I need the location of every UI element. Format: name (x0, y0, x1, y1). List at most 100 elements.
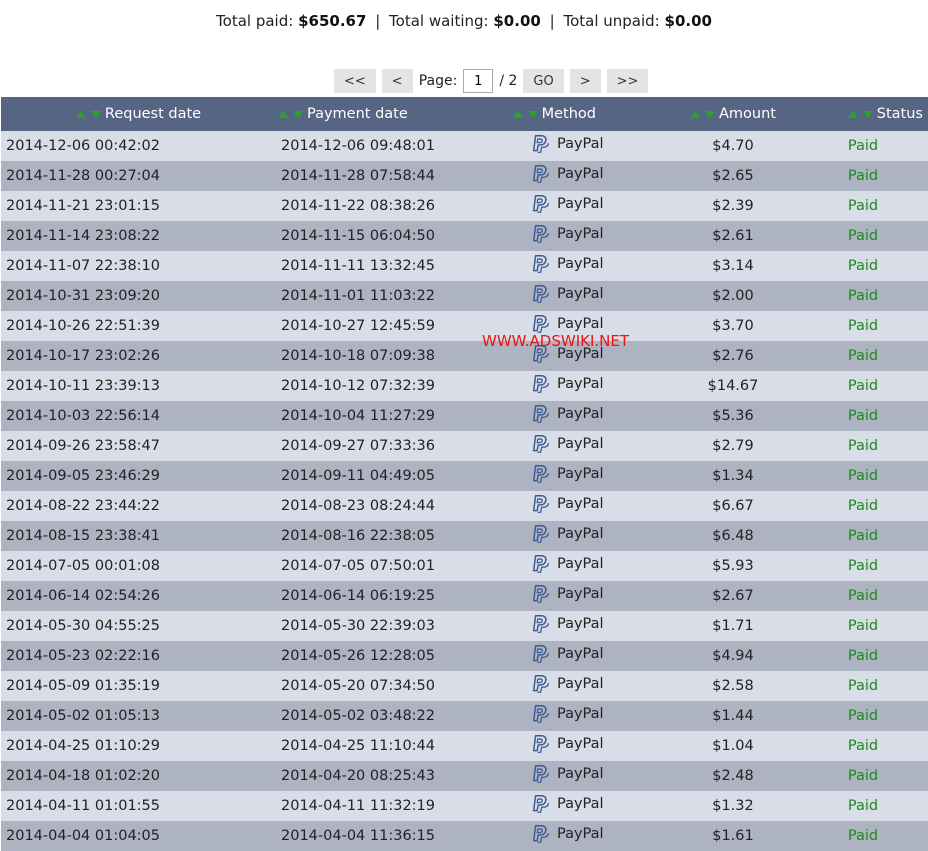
request-date-cell: 2014-08-22 23:44:22 (6, 498, 160, 514)
method-cell: PayPal (503, 341, 668, 371)
amount-cell: $3.70 (712, 318, 754, 334)
status-cell: Paid (798, 311, 928, 341)
next-page-button[interactable]: > (569, 69, 601, 93)
request-date-cell: 2014-05-09 01:35:19 (6, 678, 160, 694)
request-date-cell: 2014-04-18 01:02:20 (6, 768, 160, 784)
table-row: 2014-05-30 04:55:25 2014-05-30 22:39:03 Pa… (1, 611, 928, 641)
column-header-payment-date[interactable]: Payment date (276, 97, 503, 131)
table-row: 2014-04-04 01:04:05 2014-04-04 11:36:15 Pa… (1, 821, 928, 851)
request-date-cell: 2014-07-05 00:01:08 (6, 558, 160, 574)
status-cell: Paid (798, 281, 928, 311)
column-header-amount[interactable]: Amount (668, 97, 798, 131)
method-label: PayPal (557, 676, 604, 692)
table-row: 2014-05-09 01:35:19 2014-05-20 07:34:50 Pa… (1, 671, 928, 701)
status-badge: Paid (847, 708, 879, 724)
payment-date-cell: 2014-04-11 11:32:19 (281, 798, 435, 814)
amount-cell: $14.67 (707, 378, 759, 394)
table-row: 2014-04-25 01:10:29 2014-04-25 11:10:44 Pa… (1, 731, 928, 761)
method-label: PayPal (557, 196, 604, 212)
column-header-method[interactable]: Method (503, 97, 668, 131)
table-row: 2014-09-26 23:58:47 2014-09-27 07:33:36 Pa… (1, 431, 928, 461)
amount-cell: $2.48 (712, 768, 754, 784)
request-date-cell: 2014-06-14 02:54:26 (6, 588, 160, 604)
method-label: PayPal (557, 466, 604, 482)
request-date-cell: 2014-04-04 01:04:05 (6, 828, 160, 844)
total-waiting-label: Total waiting: (389, 12, 489, 30)
sort-desc-icon[interactable] (862, 110, 873, 118)
status-cell: Paid (798, 551, 928, 581)
table-row: 2014-11-07 22:38:10 2014-11-11 13:32:45 Pa… (1, 251, 928, 281)
paypal-icon (529, 223, 551, 245)
amount-cell: $6.48 (712, 528, 754, 544)
method-label: PayPal (557, 166, 604, 182)
status-cell: Paid (798, 251, 928, 281)
total-waiting-value: $0.00 (493, 12, 541, 30)
request-date-cell: 2014-10-11 23:39:13 (6, 378, 160, 394)
sort-asc-icon[interactable] (75, 110, 86, 118)
amount-cell: $5.93 (712, 558, 754, 574)
amount-cell: $2.65 (712, 168, 754, 184)
total-paid-label: Total paid: (216, 12, 294, 30)
status-cell: Paid (798, 221, 928, 251)
page-number-input[interactable] (463, 69, 494, 93)
paypal-icon (529, 493, 551, 515)
status-badge: Paid (847, 408, 879, 424)
prev-page-button[interactable]: < (381, 69, 413, 93)
sort-desc-icon[interactable] (90, 110, 101, 118)
method-cell: PayPal (503, 461, 668, 491)
method-label: PayPal (557, 226, 604, 242)
status-badge: Paid (847, 588, 879, 604)
column-header-request-date[interactable]: Request date (1, 97, 276, 131)
sort-desc-icon[interactable] (293, 110, 303, 118)
payment-date-cell: 2014-09-27 07:33:36 (281, 438, 435, 454)
sort-desc-icon[interactable] (705, 110, 715, 118)
method-cell: PayPal (503, 401, 668, 431)
column-label: Payment date (307, 106, 408, 122)
payment-date-cell: 2014-05-30 22:39:03 (281, 618, 435, 634)
go-button[interactable]: GO (523, 69, 564, 93)
amount-cell: $6.67 (712, 498, 754, 514)
sort-asc-icon[interactable] (690, 110, 700, 118)
amount-cell: $1.34 (712, 468, 754, 484)
amount-cell: $2.76 (712, 348, 754, 364)
sort-asc-icon[interactable] (847, 110, 858, 118)
total-unpaid-label: Total unpaid: (563, 12, 660, 30)
status-cell: Paid (798, 641, 928, 671)
request-date-cell: 2014-12-06 00:42:02 (6, 138, 160, 154)
method-label: PayPal (557, 436, 604, 452)
page-label: Page: (418, 73, 458, 89)
request-date-cell: 2014-05-30 04:55:25 (6, 618, 160, 634)
amount-cell: $4.94 (712, 648, 754, 664)
column-header-status[interactable]: Status (798, 97, 928, 131)
table-body: 2014-12-06 00:42:02 2014-12-06 09:48:01 Pa… (1, 131, 928, 851)
status-badge: Paid (847, 738, 879, 754)
first-page-button[interactable]: << (334, 69, 376, 93)
amount-cell: $2.00 (712, 288, 754, 304)
table-row: 2014-04-11 01:01:55 2014-04-11 11:32:19 Pa… (1, 791, 928, 821)
amount-cell: $5.36 (712, 408, 754, 424)
total-pages: / 2 (499, 73, 518, 89)
separator: | (549, 12, 555, 30)
table-row: 2014-10-03 22:56:14 2014-10-04 11:27:29 Pa… (1, 401, 928, 431)
status-cell: Paid (798, 491, 928, 521)
sort-desc-icon[interactable] (527, 110, 538, 118)
method-cell: PayPal (503, 641, 668, 671)
last-page-button[interactable]: >> (606, 69, 649, 93)
table-row: 2014-10-31 23:09:20 2014-11-01 11:03:22 Pa… (1, 281, 928, 311)
table-row: 2014-12-06 00:42:02 2014-12-06 09:48:01 Pa… (1, 131, 928, 161)
paypal-icon (529, 643, 551, 665)
paypal-icon (529, 523, 551, 545)
paypal-icon (529, 193, 551, 215)
sort-asc-icon[interactable] (512, 110, 523, 118)
status-badge: Paid (847, 678, 879, 694)
status-cell: Paid (798, 131, 928, 161)
amount-cell: $2.67 (712, 588, 754, 604)
method-label: PayPal (557, 616, 604, 632)
pagination: << < Page: / 2 GO > >> (334, 68, 649, 94)
sort-asc-icon[interactable] (278, 110, 288, 118)
payment-date-cell: 2014-05-02 03:48:22 (281, 708, 435, 724)
request-date-cell: 2014-09-05 23:46:29 (6, 468, 160, 484)
request-date-cell: 2014-08-15 23:38:41 (6, 528, 160, 544)
table-row: 2014-08-22 23:44:22 2014-08-23 08:24:44 Pa… (1, 491, 928, 521)
method-label: PayPal (557, 496, 604, 512)
